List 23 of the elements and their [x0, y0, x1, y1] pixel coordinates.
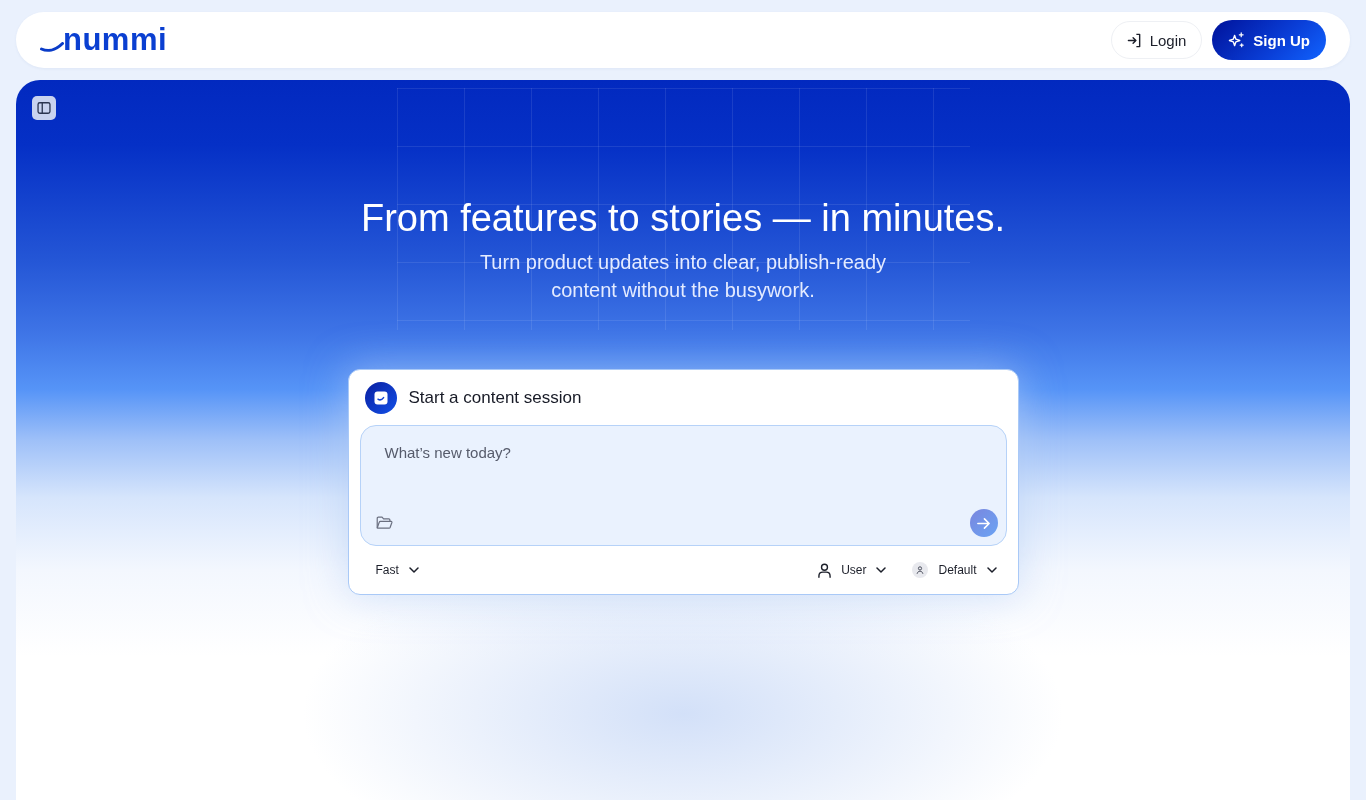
login-button[interactable]: Login — [1110, 21, 1203, 59]
chevron-down-icon — [986, 567, 997, 573]
sidebar-panel-icon — [37, 101, 51, 115]
hero-title: From features to stories — in minutes. — [360, 196, 1006, 241]
chevron-down-icon — [408, 567, 419, 573]
sign-up-button[interactable]: Sign Up — [1212, 20, 1326, 60]
persona-dropdown[interactable]: Default — [912, 562, 997, 578]
attach-folder-button[interactable] — [375, 516, 393, 530]
person-icon — [818, 562, 832, 578]
prompt-input-field[interactable]: What’s new today? — [359, 425, 1007, 546]
logo-text[interactable]: nummi — [63, 24, 168, 56]
hero-subtitle: Turn product updates into clear, publish-ready content without the busywork. — [478, 250, 888, 303]
swoosh-logo-icon — [40, 42, 64, 52]
login-icon — [1126, 32, 1142, 48]
arrow-right-icon — [976, 515, 991, 531]
sparkle-icon — [1228, 31, 1246, 49]
sidebar-toggle-button[interactable] — [32, 96, 56, 120]
speed-dropdown[interactable]: Fast — [375, 563, 419, 577]
role-dropdown[interactable]: User — [818, 562, 887, 578]
folder-icon — [375, 516, 393, 530]
card-title: Start a content session — [408, 388, 582, 408]
chevron-down-icon — [876, 567, 887, 573]
avatar-icon — [912, 562, 929, 578]
